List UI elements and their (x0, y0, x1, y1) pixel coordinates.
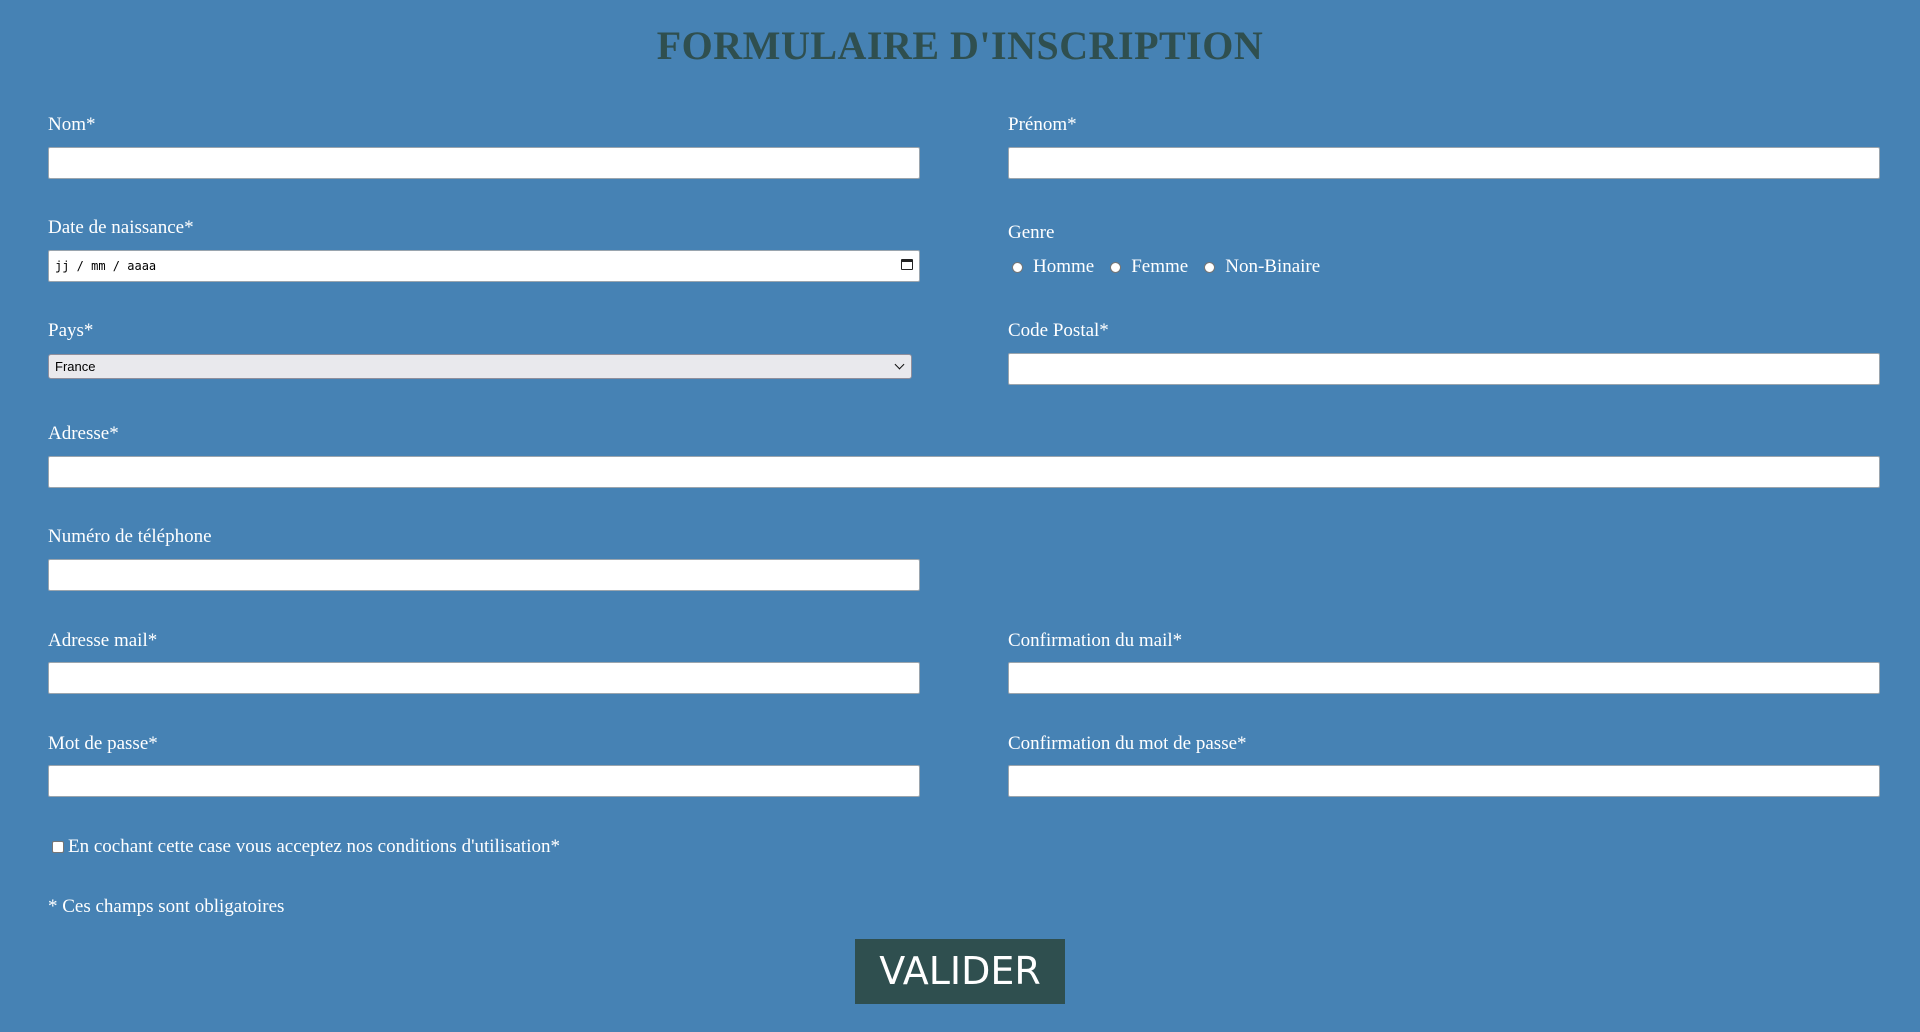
email-input[interactable] (48, 662, 920, 694)
genre-radio-group: Homme Femme Non-Binaire (1012, 256, 1336, 278)
nom-input[interactable] (48, 147, 920, 179)
email-label: Adresse mail* (48, 630, 158, 651)
page-title: FORMULAIRE D'INSCRIPTION (656, 23, 1264, 68)
chevron-down-icon (894, 359, 905, 370)
terms-row: En cochant cette case vous acceptez nos … (52, 836, 560, 858)
password-confirm-input[interactable] (1008, 765, 1880, 797)
adresse-label: Adresse* (48, 423, 119, 444)
radio-homme[interactable] (1012, 261, 1023, 273)
radio-femme-label: Femme (1131, 256, 1189, 277)
radio-non-binaire-label: Non-Binaire (1225, 256, 1321, 277)
code-postal-label: Code Postal* (1008, 320, 1109, 341)
adresse-input[interactable] (48, 456, 1880, 488)
code-postal-input[interactable] (1008, 353, 1880, 385)
nom-label: Nom* (48, 114, 96, 135)
terms-checkbox[interactable] (52, 841, 64, 853)
password-confirm-label: Confirmation du mot de passe* (1008, 733, 1247, 754)
required-fields-note: * Ces champs sont obligatoires (48, 896, 285, 917)
password-input[interactable] (48, 765, 920, 797)
birthdate-placeholder: jj / mm / aaaa (55, 259, 157, 273)
prenom-input[interactable] (1008, 147, 1880, 179)
radio-homme-label: Homme (1033, 256, 1095, 277)
telephone-label: Numéro de téléphone (48, 526, 212, 547)
terms-label: En cochant cette case vous acceptez nos … (68, 836, 560, 857)
telephone-input[interactable] (48, 559, 920, 591)
calendar-icon[interactable] (901, 259, 913, 270)
pays-selected-value: France (55, 359, 96, 374)
pays-select[interactable]: France (48, 354, 912, 379)
submit-button[interactable]: VALIDER (855, 939, 1065, 1004)
pays-label: Pays* (48, 320, 94, 341)
email-confirm-label: Confirmation du mail* (1008, 630, 1183, 651)
birthdate-label: Date de naissance* (48, 217, 194, 238)
genre-option-homme[interactable]: Homme (1012, 256, 1094, 278)
radio-non-binaire[interactable] (1204, 261, 1216, 273)
email-confirm-input[interactable] (1008, 662, 1880, 694)
radio-femme[interactable] (1110, 261, 1122, 273)
password-label: Mot de passe* (48, 733, 158, 754)
genre-option-non-binaire[interactable]: Non-Binaire (1204, 256, 1320, 278)
prenom-label: Prénom* (1008, 114, 1077, 135)
genre-option-femme[interactable]: Femme (1110, 256, 1188, 278)
genre-label: Genre (1008, 222, 1055, 243)
birthdate-input[interactable]: jj / mm / aaaa (48, 250, 920, 282)
